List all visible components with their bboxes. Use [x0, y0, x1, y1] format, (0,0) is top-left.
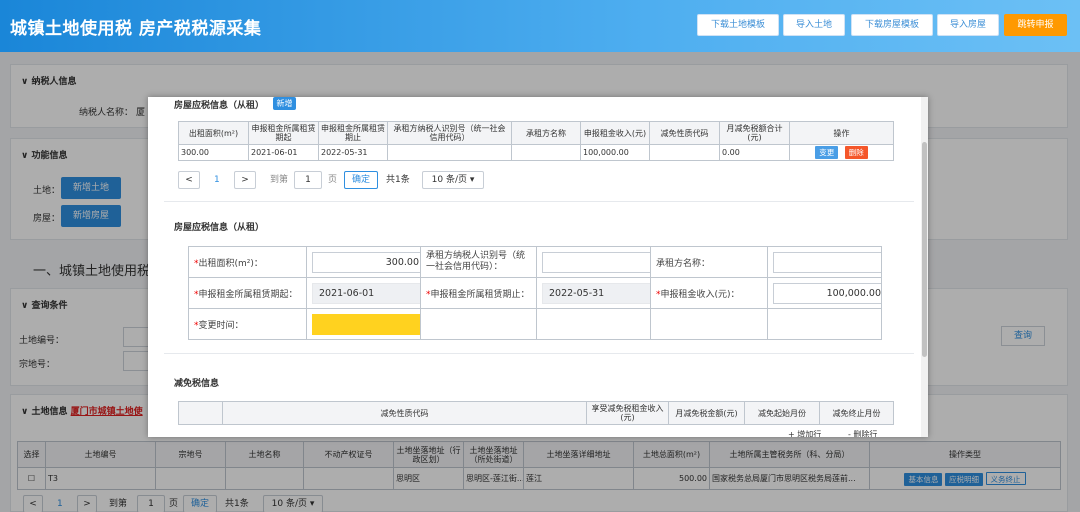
name-label: 承租方名称：: [650, 246, 768, 278]
delete-button[interactable]: 删除: [844, 146, 868, 159]
relief-col-income: 享受减免税租金收入(元): [586, 401, 669, 425]
tin-label: 承租方纳税人识别号（统一社会信用代码）：: [420, 246, 537, 278]
next-page-button[interactable]: >: [234, 171, 256, 189]
page-unit: 页: [328, 175, 338, 185]
goto-label: 到第: [270, 175, 289, 185]
grid-col-name: 承租方名称: [511, 121, 581, 145]
name-cell: [767, 246, 882, 278]
delete-row-button[interactable]: - 删除行: [848, 426, 877, 437]
add-row-button[interactable]: + 增加行: [788, 426, 821, 437]
grid-col-tin: 承租方纳税人识别号（统一社会信用代码）: [387, 121, 512, 145]
area-input[interactable]: 300.00: [312, 251, 420, 273]
grid-cell-name: [511, 144, 581, 161]
grid-cell-area: 300.00: [178, 144, 249, 161]
per-page-select[interactable]: 10 条/页 ▾: [422, 171, 484, 189]
grid-col-start: 申报租金所属租赁期起: [248, 121, 319, 145]
grid-col-monthly: 月减免税额合计(元): [719, 121, 790, 145]
download-land-template-button[interactable]: 下载土地模板: [697, 14, 779, 36]
grid-col-ops: 操作: [789, 121, 894, 145]
grid-cell-end: 2022-05-31: [318, 144, 388, 161]
income-input[interactable]: 100,000.00: [773, 282, 881, 304]
relief-col-code: 减免性质代码: [222, 401, 587, 425]
grid-col-code: 减免性质代码: [649, 121, 720, 145]
income-cell: 100,000.00: [767, 277, 882, 309]
income-label: *申报租金收入(元)：: [650, 277, 768, 309]
tin-cell: [536, 246, 651, 278]
import-land-button[interactable]: 导入土地: [783, 14, 845, 36]
area-cell: 300.00: [306, 246, 421, 278]
grid-cell-code: [649, 144, 720, 161]
sublease-list-title: 房屋应税信息（从租）: [174, 101, 265, 111]
sublease-form-title: 房屋应税信息（从租）: [174, 223, 265, 233]
relief-title: 减免税信息: [174, 379, 220, 389]
change-time-input[interactable]: [312, 313, 420, 335]
relief-table-header: 减免性质代码 享受减免税租金收入(元) 月减免税金额(元) 减免起始月份 减免终…: [178, 401, 894, 425]
sublease-grid-header: 出租面积(m²) 申报租金所属租赁期起 申报租金所属租赁期止 承租方纳税人识别号…: [178, 121, 894, 145]
grid-cell-start: 2021-06-01: [248, 144, 319, 161]
page-title: 城镇土地使用税 房产税税源采集: [10, 19, 262, 39]
relief-col-monthly: 月减免税金额(元): [668, 401, 745, 425]
prev-page-button[interactable]: <: [178, 171, 200, 189]
grid-col-area: 出租面积(m²): [178, 121, 249, 145]
add-record-button[interactable]: 新增: [273, 97, 296, 110]
app-header: 城镇土地使用税 房产税税源采集 下载土地模板 导入土地 下载房屋模板 导入房屋 …: [0, 0, 1080, 52]
jump-declare-button[interactable]: 跳转申报: [1004, 14, 1067, 36]
tin-input[interactable]: [542, 251, 650, 273]
current-page[interactable]: 1: [214, 171, 220, 189]
start-cell: 2021-06-01: [306, 277, 421, 309]
modal-scrollbar-thumb[interactable]: [922, 142, 927, 357]
modal-scrollbar[interactable]: [921, 97, 928, 437]
relief-col-start: 减免起始月份: [744, 401, 820, 425]
divider: [164, 353, 914, 354]
divider: [164, 201, 914, 202]
import-house-button[interactable]: 导入房屋: [937, 14, 999, 36]
grid-col-end: 申报租金所属租赁期止: [318, 121, 388, 145]
change-button[interactable]: 变更: [815, 146, 839, 159]
relief-table: 减免性质代码 享受减免税租金收入(元) 月减免税金额(元) 减免起始月份 减免终…: [178, 401, 894, 425]
sublease-modal: 房屋应税信息（从租） 新增 出租面积(m²) 申报租金所属租赁期起 申报租金所属…: [148, 97, 928, 437]
start-date-field: 2021-06-01: [312, 282, 420, 304]
grid-col-income: 申报租金收入(元): [580, 121, 650, 145]
sublease-form: *出租面积(m²)： 300.00 承租方纳税人识别号（统一社会信用代码）： 承…: [188, 246, 882, 340]
change-time-label: *变更时间：: [188, 308, 307, 340]
grid-cell-monthly: 0.00: [719, 144, 790, 161]
grid-cell-ops: 变更 删除: [789, 144, 894, 161]
download-house-template-button[interactable]: 下载房屋模板: [851, 14, 933, 36]
end-date-field: 2022-05-31: [542, 282, 650, 304]
start-label: *申报租金所属租赁期起：: [188, 277, 307, 309]
grid-cell-tin: [387, 144, 512, 161]
table-row: 300.00 2021-06-01 2022-05-31 100,000.00 …: [178, 144, 894, 161]
page-number-input[interactable]: 1: [294, 171, 322, 189]
total-count: 共1条: [386, 175, 410, 185]
end-cell: 2022-05-31: [536, 277, 651, 309]
change-time-cell: [306, 308, 421, 340]
grid-cell-income: 100,000.00: [580, 144, 650, 161]
lessee-name-input[interactable]: [773, 251, 881, 273]
end-label: *申报租金所属租赁期止：: [420, 277, 537, 309]
sublease-grid: 出租面积(m²) 申报租金所属租赁期起 申报租金所属租赁期止 承租方纳税人识别号…: [178, 121, 894, 161]
relief-col-select: [178, 401, 223, 425]
area-label: *出租面积(m²)：: [188, 246, 307, 278]
relief-col-end: 减免终止月份: [819, 401, 894, 425]
confirm-page-button[interactable]: 确定: [344, 171, 378, 189]
